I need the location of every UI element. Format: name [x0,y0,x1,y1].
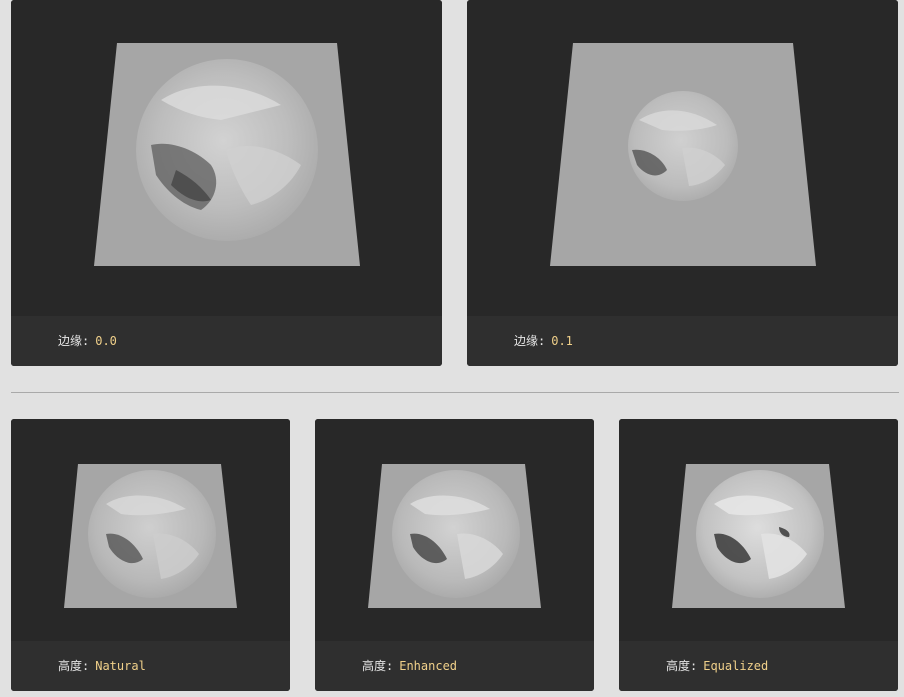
caption-value: 0.1 [551,334,573,348]
caption-value: Equalized [703,659,769,673]
height-panel-equalized[interactable]: 高度: Equalized [619,419,898,691]
caption-value: 0.0 [95,334,117,348]
terrain-viewport[interactable] [619,419,898,641]
terrain-viewport[interactable] [11,0,442,316]
edge-panel-1[interactable]: 边缘: 0.0 [11,0,442,366]
terrain-viewport[interactable] [11,419,290,641]
terrain-render [94,43,360,266]
height-panel-natural[interactable]: 高度: Natural [11,419,290,691]
caption-bar: 高度: Enhanced [315,641,594,691]
caption-label: 边缘: [514,334,546,348]
edge-panel-2[interactable]: 边缘: 0.1 [467,0,898,366]
caption-bar: 高度: Equalized [619,641,898,691]
caption-bar: 边缘: 0.1 [467,316,898,366]
height-panel-enhanced[interactable]: 高度: Enhanced [315,419,594,691]
section-divider [11,392,899,393]
caption-value: Natural [95,659,146,673]
caption-label: 边缘: [58,334,90,348]
caption-label: 高度: [58,659,90,673]
terrain-render [550,43,816,266]
terrain-render [64,464,237,608]
caption-label: 高度: [362,659,394,673]
terrain-viewport[interactable] [315,419,594,641]
caption-bar: 高度: Natural [11,641,290,691]
caption-label: 高度: [666,659,698,673]
terrain-viewport[interactable] [467,0,898,316]
terrain-disc [628,91,738,201]
terrain-render [368,464,541,608]
caption-value: Enhanced [399,659,458,673]
terrain-render [672,464,845,608]
caption-bar: 边缘: 0.0 [11,316,442,366]
